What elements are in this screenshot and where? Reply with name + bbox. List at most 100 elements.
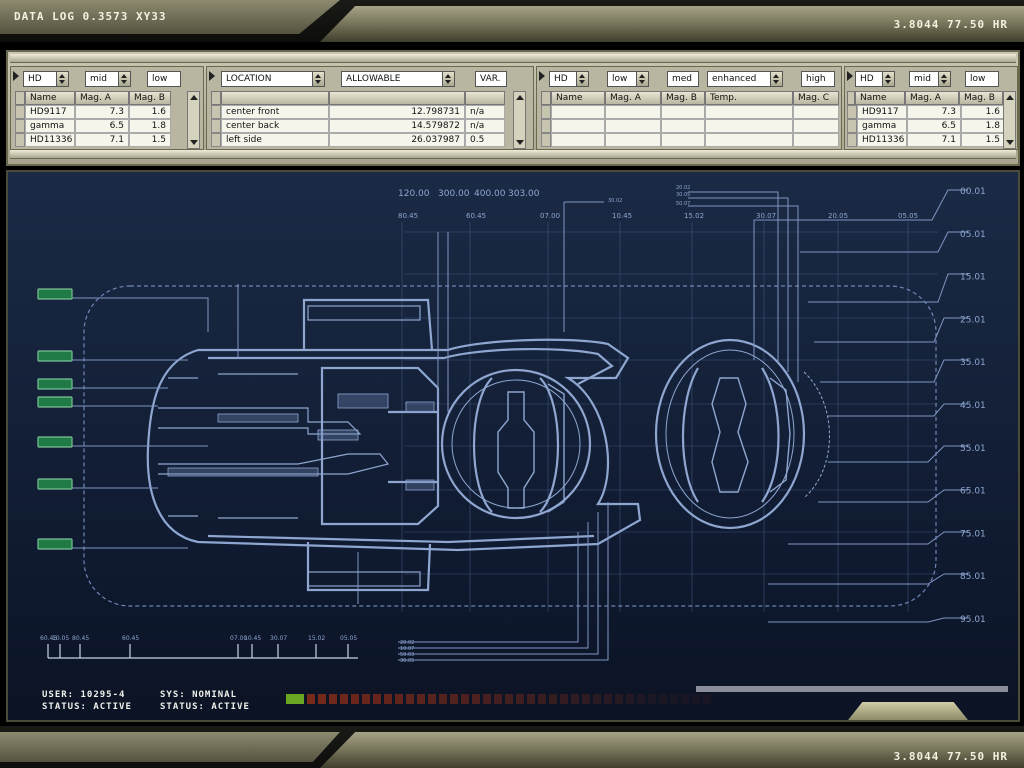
header-bar: DATA LOG 0.3573 XY33 3.8044 77.50 HR: [0, 0, 1024, 42]
bottom-ruler: [47, 644, 358, 659]
progress-segment: [439, 694, 447, 704]
table-row[interactable]: HD11336 7.1 1.5: [15, 133, 171, 147]
progress-segment: [395, 694, 403, 704]
progress-segment: [373, 694, 381, 704]
progress-segment: [483, 694, 491, 704]
progress-meter: [286, 694, 711, 704]
table-row[interactable]: HD9117 7.3 1.6: [15, 105, 171, 119]
table-row[interactable]: HD9117 7.3 1.6: [847, 105, 1005, 119]
scroll-down-icon[interactable]: [1006, 140, 1014, 145]
group-expand-icon[interactable]: [539, 71, 545, 81]
scroll-down-icon[interactable]: [190, 140, 198, 145]
table-row[interactable]: center back 14.579872 n/a: [211, 119, 505, 133]
mid-select[interactable]: mid: [909, 71, 951, 87]
ruler-label: 05.05: [340, 635, 357, 642]
table-scrollbar[interactable]: [1003, 91, 1016, 149]
table-row[interactable]: HD11336 7.1 1.5: [847, 133, 1005, 147]
scale-label: 05.01: [960, 230, 986, 240]
ruler-label: 10.45: [244, 635, 261, 642]
catalog-select[interactable]: HD: [23, 71, 69, 87]
progress-segment: [362, 694, 370, 704]
spinner-icon[interactable]: [939, 71, 951, 87]
table-row[interactable]: gamma 6.5 1.8: [15, 119, 171, 133]
catalog-select[interactable]: HD: [855, 71, 895, 87]
magnitude-table: Name Mag. A Mag. B Temp. Mag. C: [541, 91, 839, 147]
progress-segment: [659, 694, 667, 704]
spinner-icon[interactable]: [119, 71, 131, 87]
table-row[interactable]: left side 26.037987 0.5: [211, 133, 505, 147]
spinner-icon[interactable]: [637, 71, 649, 87]
group-expand-icon[interactable]: [209, 71, 215, 81]
status-indicator[interactable]: [37, 478, 73, 490]
med-select[interactable]: med: [667, 71, 699, 87]
deco-strip: [696, 686, 1008, 692]
star-table: Name Mag. A Mag. B HD9117 7.3 1.6 gamma …: [847, 91, 1005, 147]
status-indicator[interactable]: [37, 436, 73, 448]
top-value-label: 120.00: [398, 189, 430, 199]
top-tick-label: 20.05: [828, 212, 848, 220]
scale-label: 00.01: [960, 187, 986, 197]
spinner-icon[interactable]: [883, 71, 895, 87]
status-indicator[interactable]: [37, 378, 73, 390]
progress-segment: [340, 694, 348, 704]
table-scrollbar[interactable]: [513, 91, 526, 149]
blueprint-grid: [401, 222, 938, 612]
user-id: USER: 10295-4: [42, 690, 126, 700]
catalog-select[interactable]: HD: [549, 71, 589, 87]
top-tick-label: 10.45: [612, 212, 632, 220]
progress-segment: [494, 694, 502, 704]
ruler-label: 30.07: [270, 635, 287, 642]
group-expand-icon[interactable]: [847, 71, 853, 81]
table-row[interactable]: [541, 133, 839, 147]
enhanced-select[interactable]: enhanced: [707, 71, 783, 87]
top-tick-label: 07.00: [540, 212, 560, 220]
spinner-icon[interactable]: [577, 71, 589, 87]
low-select[interactable]: low: [607, 71, 649, 87]
high-select[interactable]: high: [801, 71, 835, 87]
progress-segment: [417, 694, 425, 704]
small-label: 50.07: [676, 201, 690, 207]
blueprint-labels: 120.00 300.00 400.00 303.00 80.45 60.45 07.00 1…: [40, 185, 986, 664]
scale-label: 65.01: [960, 487, 986, 497]
low-select[interactable]: low: [965, 71, 999, 87]
small-label: 20.02: [676, 185, 690, 191]
spinner-icon[interactable]: [57, 71, 69, 87]
table-row[interactable]: [541, 119, 839, 133]
status-indicator[interactable]: [37, 350, 73, 362]
spinner-icon[interactable]: [313, 71, 325, 87]
progress-segment: [648, 694, 656, 704]
progress-segment: [615, 694, 623, 704]
allowable-select[interactable]: ALLOWABLE: [341, 71, 455, 87]
var-select[interactable]: VAR.: [475, 71, 507, 87]
progress-segment: [307, 694, 315, 704]
table-row[interactable]: [541, 105, 839, 119]
detached-hub: [654, 338, 830, 530]
window-title: DATA LOG 0.3573 XY33: [14, 10, 167, 23]
location-select[interactable]: LOCATION: [221, 71, 325, 87]
panel-rail-bottom: [10, 150, 1016, 159]
top-tick-label: 80.45: [398, 212, 418, 220]
table-scrollbar[interactable]: [187, 91, 200, 149]
status-indicator[interactable]: [37, 288, 73, 300]
scale-label: 45.01: [960, 401, 986, 411]
ruler-label: 10.05: [52, 635, 69, 642]
low-select[interactable]: low: [147, 71, 181, 87]
progress-segment: [450, 694, 458, 704]
status-right: STATUS: ACTIVE: [160, 702, 250, 712]
scroll-up-icon[interactable]: [190, 95, 198, 100]
scroll-up-icon[interactable]: [1006, 95, 1014, 100]
mid-select[interactable]: mid: [85, 71, 131, 87]
star-table: Name Mag. A Mag. B HD9117 7.3 1.6 gamma …: [15, 91, 171, 147]
progress-segment: [571, 694, 579, 704]
status-indicator[interactable]: [37, 538, 73, 550]
spinner-icon[interactable]: [771, 71, 783, 87]
table-row[interactable]: center front 12.798731 n/a: [211, 105, 505, 119]
group-expand-icon[interactable]: [13, 71, 19, 81]
blueprint-viewport[interactable]: 120.00 300.00 400.00 303.00 80.45 60.45 07.00 1…: [6, 170, 1020, 722]
spinner-icon[interactable]: [443, 71, 455, 87]
status-indicator[interactable]: [37, 396, 73, 408]
small-label: 30.05: [676, 192, 690, 198]
table-row[interactable]: gamma 6.5 1.8: [847, 119, 1005, 133]
scroll-down-icon[interactable]: [516, 140, 524, 145]
scroll-up-icon[interactable]: [516, 95, 524, 100]
